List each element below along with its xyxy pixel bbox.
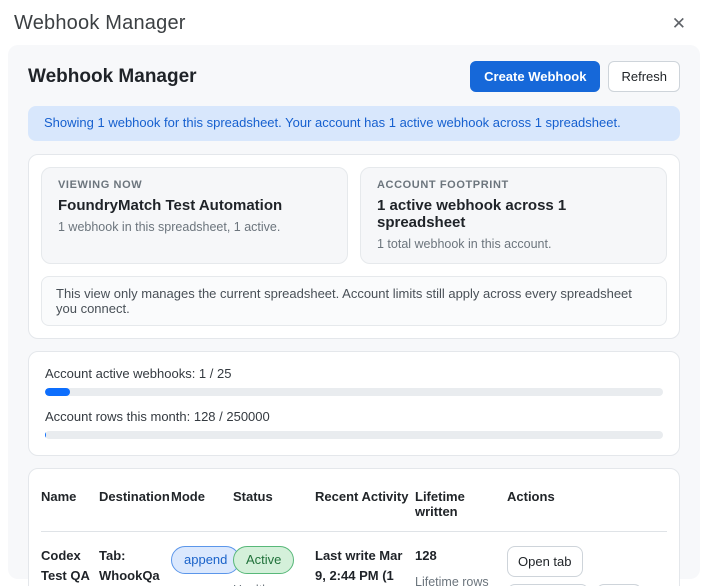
usage-section: Account active webhooks: 1 / 25 Account … — [28, 350, 680, 456]
panel-heading: Webhook Manager — [28, 65, 197, 87]
viewing-now-subtitle: 1 webhook in this spreadsheet, 1 active. — [58, 219, 281, 234]
account-footprint-label: ACCOUNT FOOTPRINT — [377, 178, 509, 191]
open-tab-button[interactable]: Open tab — [507, 545, 583, 577]
summary-grid: VIEWING NOW FoundryMatch Test Automation… — [41, 166, 667, 264]
col-header-actions: Actions — [507, 488, 555, 504]
table-row: Codex Test QA ▶ Details Tab: WhookQa Thi… — [41, 532, 667, 586]
destination-cell: Tab: WhookQa This spreadsheet — [99, 546, 171, 586]
mode-cell: append — [171, 545, 241, 586]
account-footprint-title: 1 active webhook across 1 spreadsheet — [377, 196, 567, 231]
webhooks-usage-row: Account active webhooks: 1 / 25 — [45, 366, 663, 396]
status-health: Healthy — [233, 581, 309, 586]
lifetime-value: 128 — [415, 547, 437, 563]
status-badge: Active — [233, 545, 295, 574]
rows-progress-track — [45, 430, 663, 439]
actions-cell: Open tab Copy URL Test History Pause Mor… — [507, 545, 667, 586]
panel-head: Webhook Manager Create Webhook Refresh — [28, 61, 680, 92]
col-header-destination: Destination — [99, 488, 170, 504]
recent-activity-primary: Last write Mar 9, 2:44 PM (1 rows) — [315, 547, 403, 583]
info-banner: Showing 1 webhook for this spreadsheet. … — [28, 106, 680, 141]
account-footprint-card: ACCOUNT FOOTPRINT 1 active webhook acros… — [360, 166, 667, 264]
viewing-now-label: VIEWING NOW — [58, 178, 143, 191]
webhooks-table: Name Destination Mode Status Recent Acti… — [28, 467, 680, 586]
col-header-status: Status — [233, 488, 273, 504]
create-webhook-button[interactable]: Create Webhook — [470, 61, 601, 92]
refresh-button[interactable]: Refresh — [608, 61, 680, 92]
dialog-title: Webhook Manager — [14, 12, 186, 34]
col-header-name: Name — [41, 488, 77, 504]
col-header-mode: Mode — [171, 488, 205, 504]
viewing-now-card: VIEWING NOW FoundryMatch Test Automation… — [41, 166, 348, 264]
col-header-recent-activity: Recent Activity — [315, 488, 409, 504]
mode-badge: append — [171, 545, 241, 574]
webhook-name: Codex Test QA — [41, 547, 90, 583]
rows-usage-row: Account rows this month: 128 / 250000 — [45, 409, 663, 439]
viewing-now-title: FoundryMatch Test Automation — [58, 196, 283, 214]
rows-usage-label: Account rows this month: 128 / 250000 — [45, 408, 270, 424]
recent-activity-cell: Last write Mar 9, 2:44 PM (1 rows) 128 t… — [315, 546, 415, 586]
col-header-lifetime-written: Lifetime written — [415, 488, 465, 519]
dialog-header: Webhook Manager ✕ — [0, 0, 708, 45]
head-buttons: Create Webhook Refresh — [470, 61, 680, 92]
summary-section: VIEWING NOW FoundryMatch Test Automation… — [28, 153, 680, 339]
webhooks-progress-track — [45, 387, 663, 396]
close-icon[interactable]: ✕ — [666, 11, 692, 36]
scope-note: This view only manages the current sprea… — [41, 275, 667, 326]
table-header-row: Name Destination Mode Status Recent Acti… — [41, 481, 667, 532]
account-footprint-subtitle: 1 total webhook in this account. — [377, 236, 552, 251]
lifetime-caption: Lifetime rows written to this tab. — [415, 574, 489, 586]
destination-tab: Tab: WhookQa — [99, 547, 160, 583]
status-cell: Active Healthy Last write Mar 9, 2:44 PM… — [233, 545, 315, 586]
lifetime-written-cell: 128 Lifetime rows written to this tab. — [415, 546, 507, 586]
webhook-manager-panel: Webhook Manager Create Webhook Refresh S… — [8, 45, 700, 586]
name-cell: Codex Test QA ▶ Details — [41, 546, 99, 586]
webhooks-progress-fill — [45, 387, 70, 396]
webhooks-usage-label: Account active webhooks: 1 / 25 — [45, 365, 232, 381]
